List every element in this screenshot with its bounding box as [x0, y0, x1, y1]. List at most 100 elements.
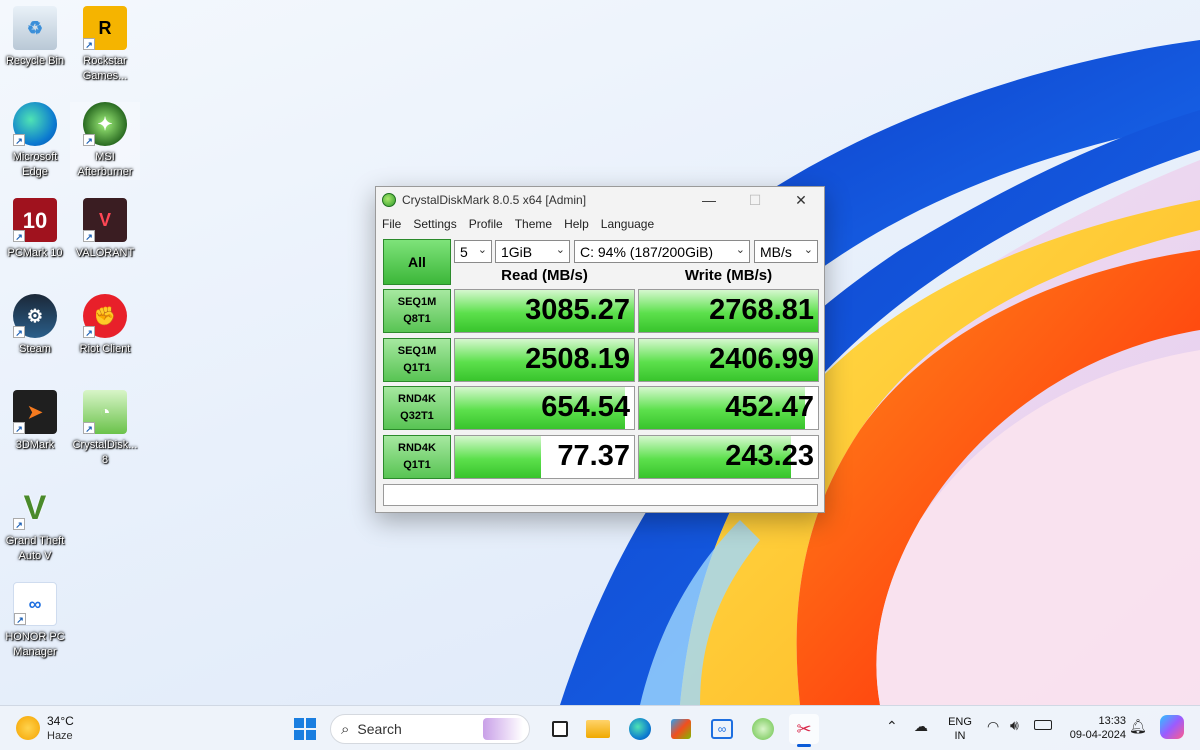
- read-speed-bar: [455, 435, 541, 478]
- write-result-cell: 2768.81: [638, 289, 819, 333]
- write-result-cell: 243.23: [638, 434, 819, 479]
- test-label-button[interactable]: RND4K Q1T1: [383, 434, 451, 479]
- crystaldiskmark-icon: ◔ ↗: [83, 390, 127, 434]
- write-result-cell: 2406.99: [638, 337, 819, 382]
- shortcut-arrow-icon: ↗: [13, 422, 25, 434]
- shortcut-arrow-icon: ↗: [13, 230, 25, 242]
- menu-language[interactable]: Language: [601, 217, 654, 231]
- battery-icon[interactable]: [1034, 720, 1052, 730]
- run-all-button[interactable]: All: [383, 239, 451, 285]
- shortcut-arrow-icon: ↗: [83, 38, 95, 50]
- menu-profile[interactable]: Profile: [469, 217, 503, 231]
- haze-sun-icon: [16, 716, 40, 740]
- read-result-cell: 3085.27: [454, 289, 635, 333]
- desktop-icon-honor-pc-manager[interactable]: ∞ ↗ HONOR PC Manager: [0, 582, 70, 660]
- desktop-icon-label: VALORANT: [75, 247, 135, 259]
- edge-icon: [629, 718, 651, 740]
- unit-select[interactable]: MB/s ⌄: [754, 240, 818, 263]
- read-speed-value: 77.37: [557, 439, 630, 472]
- desktop-icon-valorant[interactable]: V ↗ VALORANT: [70, 198, 140, 261]
- desktop-icon-pcmark[interactable]: 10 ↗ PCMark 10: [0, 198, 70, 261]
- write-speed-value: 243.23: [725, 439, 814, 472]
- test-label-button[interactable]: SEQ1M Q8T1: [383, 289, 451, 333]
- shortcut-arrow-icon: ↗: [13, 326, 25, 338]
- test-size-select[interactable]: 1GiB ⌄: [495, 240, 570, 263]
- desktop-icon-steam[interactable]: ⚙ ↗ Steam: [0, 294, 70, 357]
- wifi-icon[interactable]: ◠: [987, 718, 999, 735]
- crystaldiskmark-taskbar-button[interactable]: [748, 714, 778, 744]
- test-queue-label: Q1T1: [403, 361, 431, 374]
- start-button[interactable]: [290, 714, 320, 744]
- active-indicator: [797, 744, 811, 747]
- desktop-icon-3dmark[interactable]: ➤ ↗ 3DMark: [0, 390, 70, 453]
- desktop-icon-riot-client[interactable]: ✊ ↗ Riot Client: [70, 294, 140, 357]
- onedrive-icon[interactable]: ☁: [914, 718, 928, 735]
- search-placeholder: Search: [357, 721, 402, 737]
- honor-pc-manager-icon: ∞ ↗: [13, 582, 57, 626]
- read-speed-value: 3085.27: [525, 294, 630, 326]
- desktop-icon-crystaldiskmark[interactable]: ◔ ↗ CrystalDisk... 8: [70, 390, 140, 468]
- task-view-button[interactable]: [545, 714, 575, 744]
- desktop-icon-label: HONOR PC Manager: [5, 631, 65, 658]
- edge-icon: ↗: [13, 102, 57, 146]
- desktop-icon-edge[interactable]: ↗ Microsoft Edge: [0, 102, 70, 180]
- desktop-icon-label: 3DMark: [15, 439, 55, 451]
- copilot-icon[interactable]: [1160, 715, 1184, 739]
- desktop-icon-label: Microsoft Edge: [12, 151, 58, 178]
- language-indicator[interactable]: ENG IN: [943, 715, 977, 743]
- desktop-icon-rockstar[interactable]: R ↗ Rockstar Games...: [70, 6, 140, 84]
- weather-description: Haze: [47, 730, 73, 742]
- test-count-select[interactable]: 5 ⌄: [454, 240, 492, 263]
- write-column-header: Write (MB/s): [684, 267, 773, 284]
- desktop-icon-gta-v[interactable]: V ↗ Grand Theft Auto V: [0, 486, 70, 564]
- recycle-bin-icon: ♻: [13, 6, 57, 50]
- desktop-icon-recycle-bin[interactable]: ♻ Recycle Bin: [0, 6, 70, 69]
- test-label-button[interactable]: RND4K Q32T1: [383, 386, 451, 430]
- chevron-down-icon: ⌄: [477, 244, 487, 256]
- drive-select[interactable]: C: 94% (187/200GiB) ⌄: [574, 240, 750, 263]
- test-count-value: 5: [460, 243, 468, 260]
- search-icon: ⌕: [341, 720, 350, 738]
- weather-widget[interactable]: 34°C Haze: [16, 712, 86, 746]
- notification-bell-icon[interactable]: 🔔︎: [1129, 718, 1147, 735]
- clock-date: 09-04-2024: [1069, 729, 1126, 741]
- desktop-icon-msi-afterburner[interactable]: ✦ ↗ MSI Afterburner: [70, 102, 140, 180]
- file-explorer-button[interactable]: [583, 714, 613, 744]
- menu-theme[interactable]: Theme: [515, 217, 552, 231]
- menu-bar: File Settings Profile Theme Help Languag…: [376, 213, 824, 235]
- test-label-button[interactable]: SEQ1M Q1T1: [383, 337, 451, 382]
- test-type-label: RND4K: [398, 441, 436, 454]
- rockstar-icon: R ↗: [83, 6, 127, 50]
- honor-pc-manager-taskbar-button[interactable]: ∞: [707, 714, 737, 744]
- volume-icon[interactable]: 🔊︎: [1010, 717, 1019, 734]
- minimize-button[interactable]: —: [686, 187, 732, 213]
- chevron-down-icon: ⌄: [803, 244, 813, 256]
- read-result-cell: 654.54: [454, 386, 635, 430]
- taskbar-search[interactable]: ⌕ Search: [330, 714, 530, 744]
- edge-taskbar-button[interactable]: [625, 714, 655, 744]
- close-button[interactable]: ✕: [778, 187, 824, 213]
- maximize-button[interactable]: ☐: [732, 187, 778, 213]
- menu-settings[interactable]: Settings: [413, 217, 456, 231]
- taskbar: 34°C Haze ⌕ Search ∞ ✂ ⌃ ☁ ENG IN ◠ 🔊︎ 1…: [0, 705, 1200, 750]
- clock[interactable]: 13:33 09-04-2024: [1058, 714, 1126, 742]
- chevron-down-icon: ⌄: [555, 244, 565, 256]
- show-hidden-icons-chevron-up-icon[interactable]: ⌃: [886, 718, 898, 735]
- shortcut-arrow-icon: ↗: [83, 326, 95, 338]
- unit-value: MB/s: [760, 243, 792, 260]
- store-icon: [671, 719, 691, 739]
- riot-icon: ✊ ↗: [83, 294, 127, 338]
- desktop-icon-label: Rockstar Games...: [82, 55, 128, 82]
- steam-icon: ⚙ ↗: [13, 294, 57, 338]
- honor-pc-manager-icon: ∞: [711, 719, 733, 739]
- test-type-label: RND4K: [398, 393, 436, 405]
- store-taskbar-button[interactable]: [666, 714, 696, 744]
- menu-help[interactable]: Help: [564, 217, 589, 231]
- title-bar[interactable]: CrystalDiskMark 8.0.5 x64 [Admin] — ☐ ✕: [376, 187, 824, 213]
- desktop-icon-label: MSI Afterburner: [77, 151, 133, 178]
- snipping-tool-taskbar-button[interactable]: ✂: [789, 714, 819, 747]
- menu-file[interactable]: File: [382, 217, 401, 231]
- clock-time: 13:33: [1098, 715, 1126, 727]
- valorant-icon: V ↗: [83, 198, 127, 242]
- weather-temperature: 34°C: [47, 714, 74, 728]
